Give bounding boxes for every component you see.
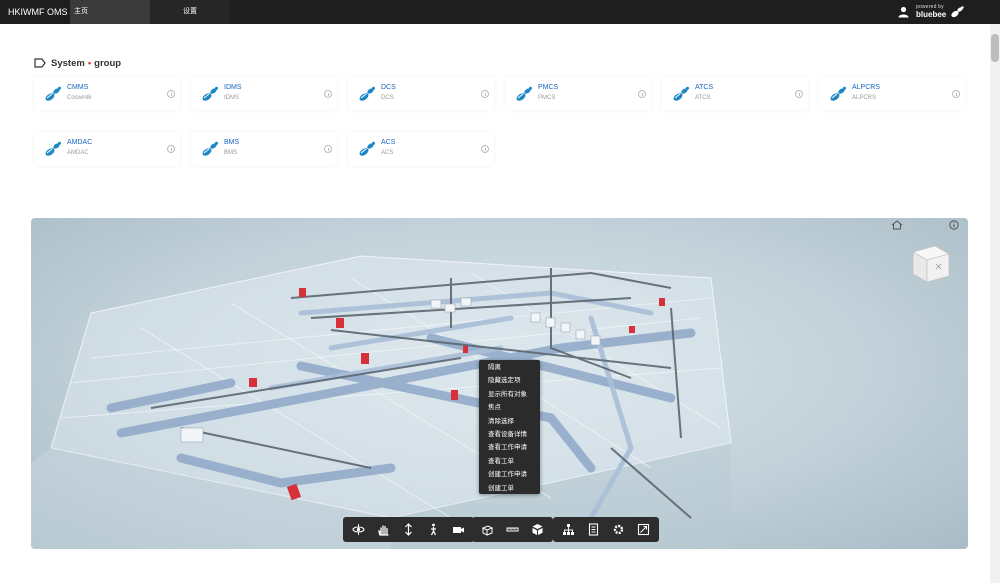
system-card-acs[interactable]: ACS ACS [348,132,494,166]
bluebee-icon [201,141,219,157]
page-scrollbar-thumb[interactable] [991,34,999,62]
bluebee-icon [44,141,62,157]
system-card-cmms[interactable]: CMMS Coswin8i [34,77,180,111]
info-icon[interactable] [167,145,175,153]
context-menu-view-work-request[interactable]: 查看工作申请 [479,441,540,454]
info-icon[interactable] [638,90,646,98]
nav-tab-home[interactable]: 主页 [70,0,150,24]
user-icon[interactable] [898,6,909,18]
info-icon[interactable] [952,90,960,98]
group-name-left: System [51,57,85,69]
bluebee-icon [201,86,219,102]
model-browser-icon[interactable] [556,517,581,542]
section-icon[interactable] [475,517,500,542]
system-card-pmcs[interactable]: PMCS PMCS [505,77,651,111]
card-subtitle: AMDAC [67,150,89,156]
bluebee-icon [515,86,533,102]
tag-icon [34,58,46,68]
orbit-icon[interactable] [346,517,371,542]
card-title: CMMS [67,84,89,91]
system-card-bms[interactable]: BMS BMS [191,132,337,166]
context-menu-view-work-order[interactable]: 查看工单 [479,455,540,468]
group-separator: • [87,57,92,69]
system-card-idms[interactable]: IDMS IDMS [191,77,337,111]
context-menu-create-work-request[interactable]: 创建工作申请 [479,468,540,481]
card-subtitle: ATCS [695,95,711,101]
context-menu-view-equipment-details[interactable]: 查看设备详情 [479,428,540,441]
page-scrollbar[interactable] [990,24,1000,583]
system-card-atcs[interactable]: ATCS ATCS [662,77,808,111]
info-icon[interactable] [324,145,332,153]
bluebee-icon [44,86,62,102]
walk-icon[interactable] [421,517,446,542]
camera-icon[interactable] [446,517,471,542]
home-icon[interactable] [891,220,903,230]
info-icon[interactable] [949,220,959,230]
card-subtitle: PMCS [538,95,556,101]
bluebee-icon [672,86,690,102]
system-card-alpcrs[interactable]: ALPCRS ALPCRS [819,77,965,111]
bluebee-icon [829,86,847,102]
nav-tab-settings[interactable]: 设置 [150,0,230,24]
card-title: IDMS [224,84,242,91]
bluebee-logo-text: bluebee [916,10,947,19]
settings-icon[interactable] [606,517,631,542]
viewer-toolbar-navigation [343,517,474,542]
card-title: BMS [224,139,240,146]
group-name-right: group [94,57,122,69]
card-title: AMDAC [67,139,93,146]
context-menu-hide-selected[interactable]: 隐藏选定项 [479,374,540,387]
dolly-icon[interactable] [396,517,421,542]
pan-icon[interactable] [371,517,396,542]
card-subtitle: DCS [381,95,394,101]
card-subtitle: IDMS [224,95,239,101]
card-title: ACS [381,139,396,146]
top-bar: HKIWMF OMS 主页 设置 powered by bluebee [0,0,1000,24]
card-subtitle: ALPCRS [852,95,877,101]
card-title: ATCS [695,84,714,91]
properties-icon[interactable] [581,517,606,542]
system-card-dcs[interactable]: DCS DCS [348,77,494,111]
context-menu-focus[interactable]: 焦点 [479,401,540,414]
info-icon[interactable] [167,90,175,98]
view-cube-icon[interactable] [905,236,957,288]
context-menu-clear-selection[interactable]: 清除选择 [479,415,540,428]
app-title: HKIWMF OMS [8,7,68,17]
system-card-amdac[interactable]: AMDAC AMDAC [34,132,180,166]
viewer-toolbar-tools [472,517,553,542]
info-icon[interactable] [795,90,803,98]
group-title: System • group [34,56,121,70]
context-menu-show-all[interactable]: 显示所有对象 [479,388,540,401]
measure-icon[interactable] [500,517,525,542]
card-title: ALPCRS [852,84,881,91]
card-title: DCS [381,84,396,91]
card-subtitle: ACS [381,150,394,156]
info-icon[interactable] [324,90,332,98]
fullscreen-icon[interactable] [631,517,656,542]
viewer-toolbar-panels [553,517,659,542]
card-subtitle: BMS [224,150,238,156]
bluebee-icon [358,86,376,102]
bluebee-icon [358,141,376,157]
context-menu: 隔离 隐藏选定项 显示所有对象 焦点 清除选择 查看设备详情 查看工作申请 查看… [479,360,540,494]
context-menu-isolate[interactable]: 隔离 [479,361,540,374]
explode-icon[interactable] [525,517,550,542]
info-icon[interactable] [481,145,489,153]
info-icon[interactable] [481,90,489,98]
card-subtitle: Coswin8i [67,95,92,101]
card-title: PMCS [538,84,559,91]
context-menu-create-work-order[interactable]: 创建工单 [479,482,540,495]
bluebee-logo-icon [951,6,964,18]
